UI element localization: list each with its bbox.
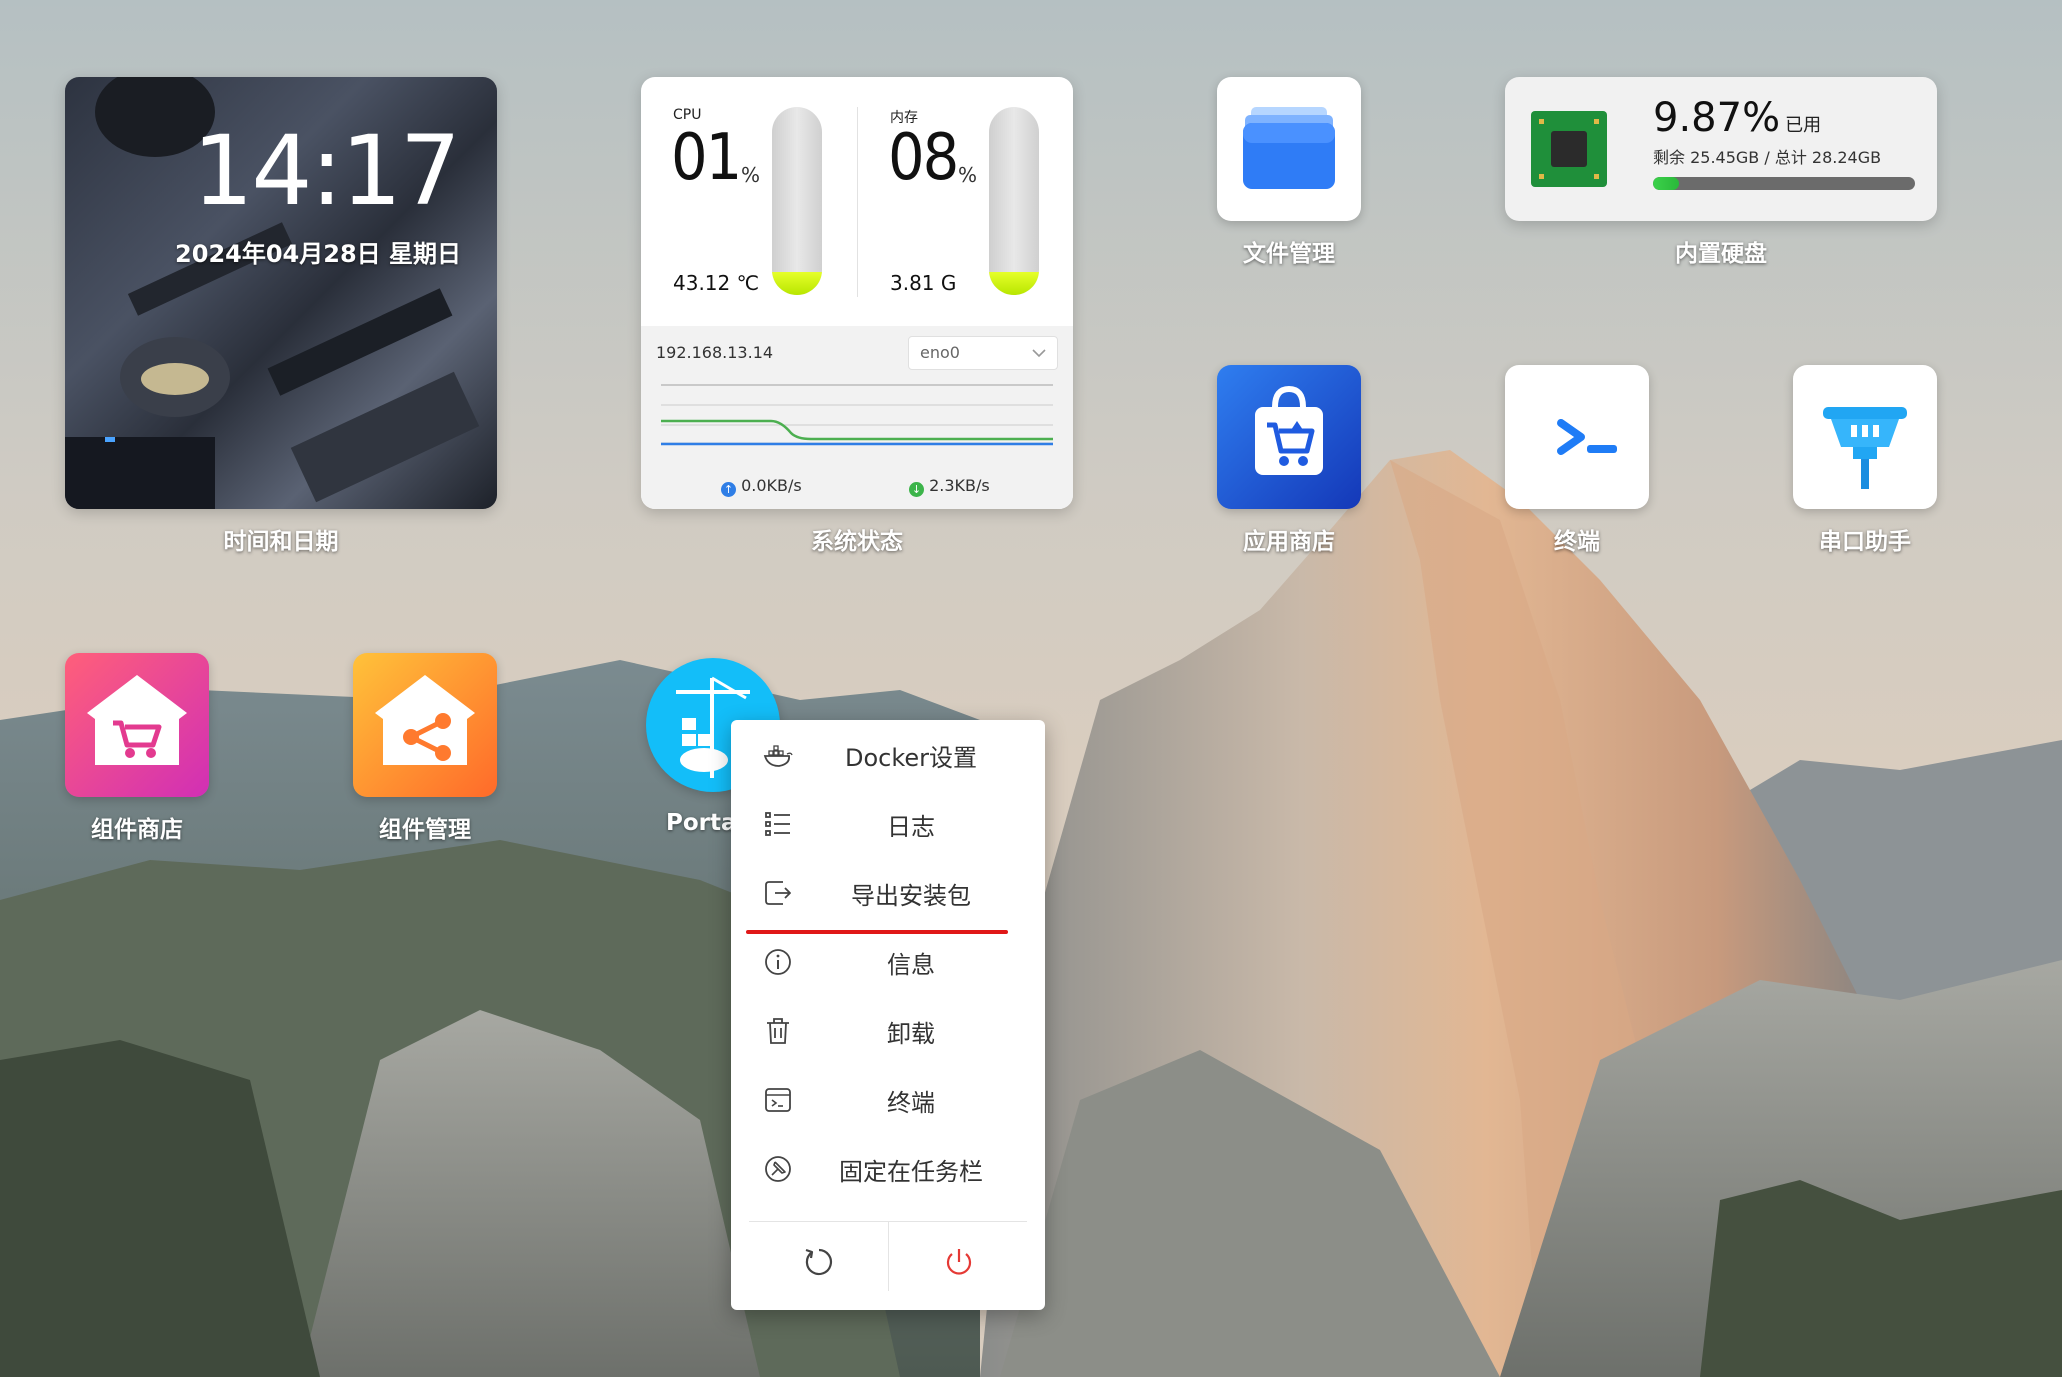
menu-item-label: 卸载 bbox=[887, 1020, 935, 1048]
disk-usage: 9.87% 已用 bbox=[1653, 95, 1821, 141]
disk-usage-bar bbox=[1653, 177, 1915, 190]
menu-item-docker-settings[interactable]: Docker设置 bbox=[731, 720, 1045, 786]
terminal-icon bbox=[765, 1088, 791, 1112]
disk-label: 内置硬盘 bbox=[1675, 241, 1767, 267]
menu-item-terminal[interactable]: 终端 bbox=[731, 1065, 1045, 1131]
menu-item-logs[interactable]: 日志 bbox=[731, 789, 1045, 855]
serial-helper-label: 串口助手 bbox=[1819, 529, 1911, 555]
plugin-store-label: 组件商店 bbox=[91, 817, 183, 843]
power-icon bbox=[946, 1249, 972, 1275]
download-speed: ↓ 2.3KB/s bbox=[909, 476, 990, 497]
menu-item-label: 导出安装包 bbox=[851, 882, 971, 910]
cpu-value: 01 bbox=[671, 121, 742, 195]
menu-item-label: 信息 bbox=[887, 951, 935, 979]
plugin-manager-label: 组件管理 bbox=[379, 817, 471, 843]
memory-value: 08 bbox=[888, 121, 959, 195]
menu-item-info[interactable]: 信息 bbox=[731, 927, 1045, 993]
serial-port-icon bbox=[1823, 407, 1907, 489]
terminal-app[interactable] bbox=[1505, 365, 1649, 509]
restart-icon bbox=[805, 1248, 833, 1276]
folder-icon bbox=[1243, 107, 1335, 189]
menu-item-pin-taskbar[interactable]: 固定在任务栏 bbox=[731, 1134, 1045, 1200]
context-menu: Docker设置 日志 导出安装包 信息 卸载 终端 固定在任务栏 bbox=[731, 720, 1045, 1310]
docker-icon bbox=[763, 745, 793, 767]
interface-select-value: eno0 bbox=[920, 343, 960, 362]
memory-gauge-fill bbox=[989, 272, 1039, 295]
app-store-label: 应用商店 bbox=[1243, 529, 1335, 555]
clock-widget-label: 时间和日期 bbox=[223, 529, 339, 555]
menu-item-export-package[interactable]: 导出安装包 bbox=[731, 858, 1045, 924]
upload-arrow-icon: ↑ bbox=[721, 482, 736, 497]
serial-helper-app[interactable] bbox=[1793, 365, 1937, 509]
file-manager-label: 文件管理 bbox=[1243, 241, 1335, 267]
clock-widget[interactable]: 14:17 2024年04月28日 星期日 bbox=[65, 77, 497, 509]
ip-address: 192.168.13.14 bbox=[656, 343, 774, 362]
system-status-widget[interactable]: CPU 01 % 43.12 ℃ 内存 08 % 3.81 G 192.168.… bbox=[641, 77, 1073, 509]
chip-icon bbox=[1531, 111, 1607, 187]
chevron-down-icon bbox=[1032, 349, 1046, 358]
disk-used-label: 已用 bbox=[1785, 115, 1822, 136]
cpu-gauge bbox=[772, 107, 822, 295]
power-button[interactable] bbox=[889, 1222, 1028, 1302]
terminal-label: 终端 bbox=[1554, 529, 1600, 555]
upload-speed-value: 0.0KB/s bbox=[741, 476, 802, 495]
cpu-gauge-fill bbox=[772, 272, 822, 295]
cpu-unit: % bbox=[741, 163, 761, 187]
clock-date: 2024年04月28日 星期日 bbox=[175, 240, 461, 268]
list-icon bbox=[765, 812, 790, 836]
file-manager-app[interactable] bbox=[1217, 77, 1361, 221]
export-icon bbox=[765, 881, 791, 905]
trash-icon bbox=[767, 1018, 789, 1044]
download-arrow-icon: ↓ bbox=[909, 482, 924, 497]
terminal-prompt-icon bbox=[1557, 419, 1617, 455]
memory-used: 3.81 G bbox=[890, 271, 957, 295]
menu-item-label: Docker设置 bbox=[844, 744, 978, 772]
disk-percent: 9.87% bbox=[1653, 95, 1781, 141]
menu-item-uninstall[interactable]: 卸载 bbox=[731, 996, 1045, 1062]
pin-icon bbox=[765, 1156, 791, 1182]
clock-time: 14:17 bbox=[192, 115, 461, 227]
disk-detail: 剩余 25.45GB / 总计 28.24GB bbox=[1653, 148, 1882, 167]
status-divider bbox=[857, 107, 858, 297]
system-status-label: 系统状态 bbox=[811, 529, 903, 555]
memory-unit: % bbox=[958, 163, 978, 187]
plugin-store-app[interactable] bbox=[65, 653, 209, 797]
menu-item-label: 固定在任务栏 bbox=[839, 1158, 983, 1186]
network-panel: 192.168.13.14 eno0 ↑ 0.0KB/s ↓ 2.3KB/s bbox=[641, 326, 1073, 509]
upload-speed: ↑ 0.0KB/s bbox=[721, 476, 802, 497]
shopping-bag-icon bbox=[1255, 385, 1323, 475]
menu-item-label: 日志 bbox=[887, 813, 935, 841]
interface-select[interactable]: eno0 bbox=[908, 336, 1058, 370]
plugin-store-icon bbox=[87, 675, 187, 765]
app-store-app[interactable] bbox=[1217, 365, 1361, 509]
restart-button[interactable] bbox=[749, 1222, 888, 1302]
disk-widget[interactable]: 9.87% 已用 剩余 25.45GB / 总计 28.24GB bbox=[1505, 77, 1937, 221]
info-icon bbox=[765, 949, 791, 975]
cpu-temperature: 43.12 ℃ bbox=[673, 271, 760, 295]
disk-usage-bar-fill bbox=[1653, 177, 1679, 190]
plugin-manager-icon bbox=[375, 675, 475, 765]
menu-item-label: 终端 bbox=[887, 1089, 935, 1117]
memory-gauge bbox=[989, 107, 1039, 295]
download-speed-value: 2.3KB/s bbox=[929, 476, 990, 495]
plugin-manager-app[interactable] bbox=[353, 653, 497, 797]
network-traffic-graph bbox=[661, 384, 1053, 446]
